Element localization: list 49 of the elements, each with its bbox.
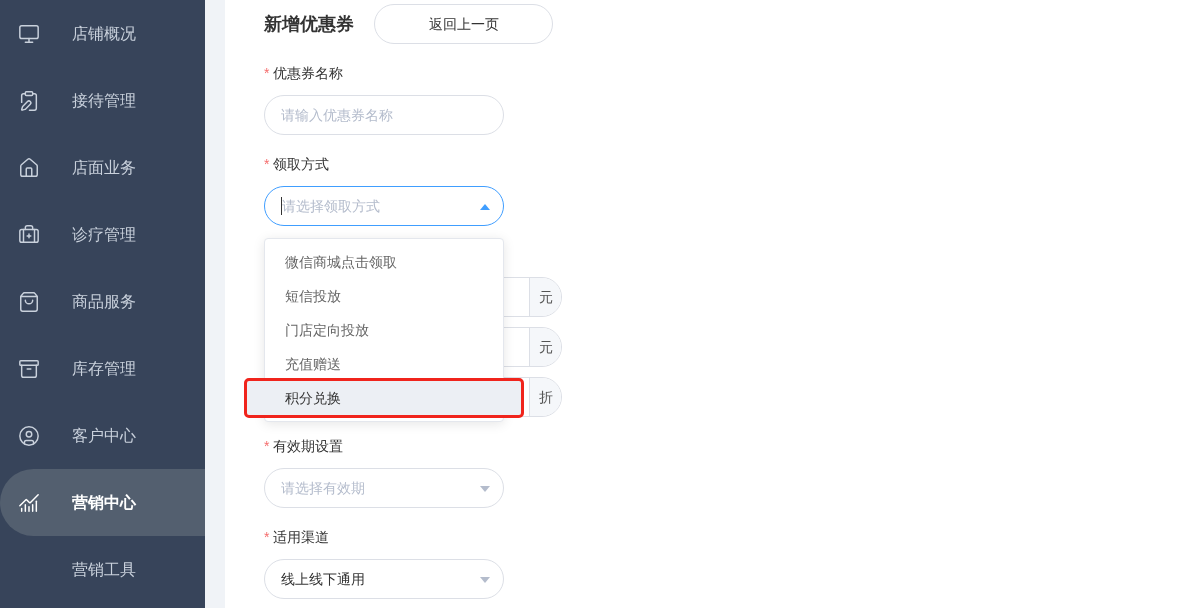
sidebar-item[interactable]: 商品服务 xyxy=(0,268,205,335)
select-placeholder: 请选择有效期 xyxy=(281,478,365,498)
input-field[interactable]: 请输入优惠券名称 xyxy=(264,95,504,135)
dropdown-option[interactable]: 充值赠送 xyxy=(265,347,503,381)
sidebar-label: 营销中心 xyxy=(72,492,136,513)
sidebar-label: 诊疗管理 xyxy=(72,224,136,245)
archive-box-icon xyxy=(18,357,40,380)
dropdown-option[interactable]: 微信商城点击领取 xyxy=(265,245,503,279)
sidebar-item[interactable]: 客户中心 xyxy=(0,402,205,469)
sidebar-label: 接待管理 xyxy=(72,90,136,111)
sidebar-label: 客户中心 xyxy=(72,425,136,446)
sidebar-item[interactable]: 库存管理 xyxy=(0,335,205,402)
dropdown-option[interactable]: 短信投放 xyxy=(265,279,503,313)
field-label: 领取方式 xyxy=(273,154,330,174)
sidebar-label: 店铺概况 xyxy=(72,23,136,44)
chart-icon xyxy=(18,491,40,514)
monitor-icon xyxy=(18,22,40,45)
sidebar-item[interactable]: 店铺概况 xyxy=(0,0,205,67)
dropdown-option[interactable]: 门店定向投放 xyxy=(265,313,503,347)
unit-addon: 元 xyxy=(529,328,561,366)
field-label: 有效期设置 xyxy=(273,436,344,456)
dropdown-option[interactable]: 积分兑换 xyxy=(247,381,521,415)
select-placeholder: 请选择领取方式 xyxy=(282,196,380,216)
sidebar-item[interactable]: 营销工具 xyxy=(0,536,205,603)
sidebar-label: 营销工具 xyxy=(72,559,136,580)
clipboard-icon xyxy=(18,89,40,112)
user-icon xyxy=(18,424,40,447)
required-mark: * xyxy=(264,436,270,456)
sidebar-item[interactable]: 诊疗管理 xyxy=(0,201,205,268)
sidebar-label: 店面业务 xyxy=(72,157,136,178)
sidebar-item[interactable]: 营销中心 xyxy=(0,469,205,536)
required-mark: * xyxy=(264,527,270,547)
field-label: 适用渠道 xyxy=(273,527,330,547)
page-title: 新增优惠券 xyxy=(264,12,354,36)
unit-addon: 折 xyxy=(529,378,561,416)
field-label: 优惠券名称 xyxy=(273,63,344,83)
select-value: 线上线下通用 xyxy=(281,569,365,589)
sidebar-label: 商品服务 xyxy=(72,291,136,312)
house-icon xyxy=(18,156,40,179)
bag-icon xyxy=(18,290,40,313)
sidebar-item[interactable]: 接待管理 xyxy=(0,67,205,134)
required-mark: * xyxy=(264,63,270,83)
unit-addon: 元 xyxy=(529,278,561,316)
medical-kit-icon xyxy=(18,223,40,246)
required-mark: * xyxy=(264,154,270,174)
select-field[interactable]: 线上线下通用 xyxy=(264,559,504,599)
sidebar-item[interactable]: 店面业务 xyxy=(0,134,205,201)
back-button[interactable]: 返回上一页 xyxy=(374,4,553,44)
sidebar-label: 库存管理 xyxy=(72,358,136,379)
